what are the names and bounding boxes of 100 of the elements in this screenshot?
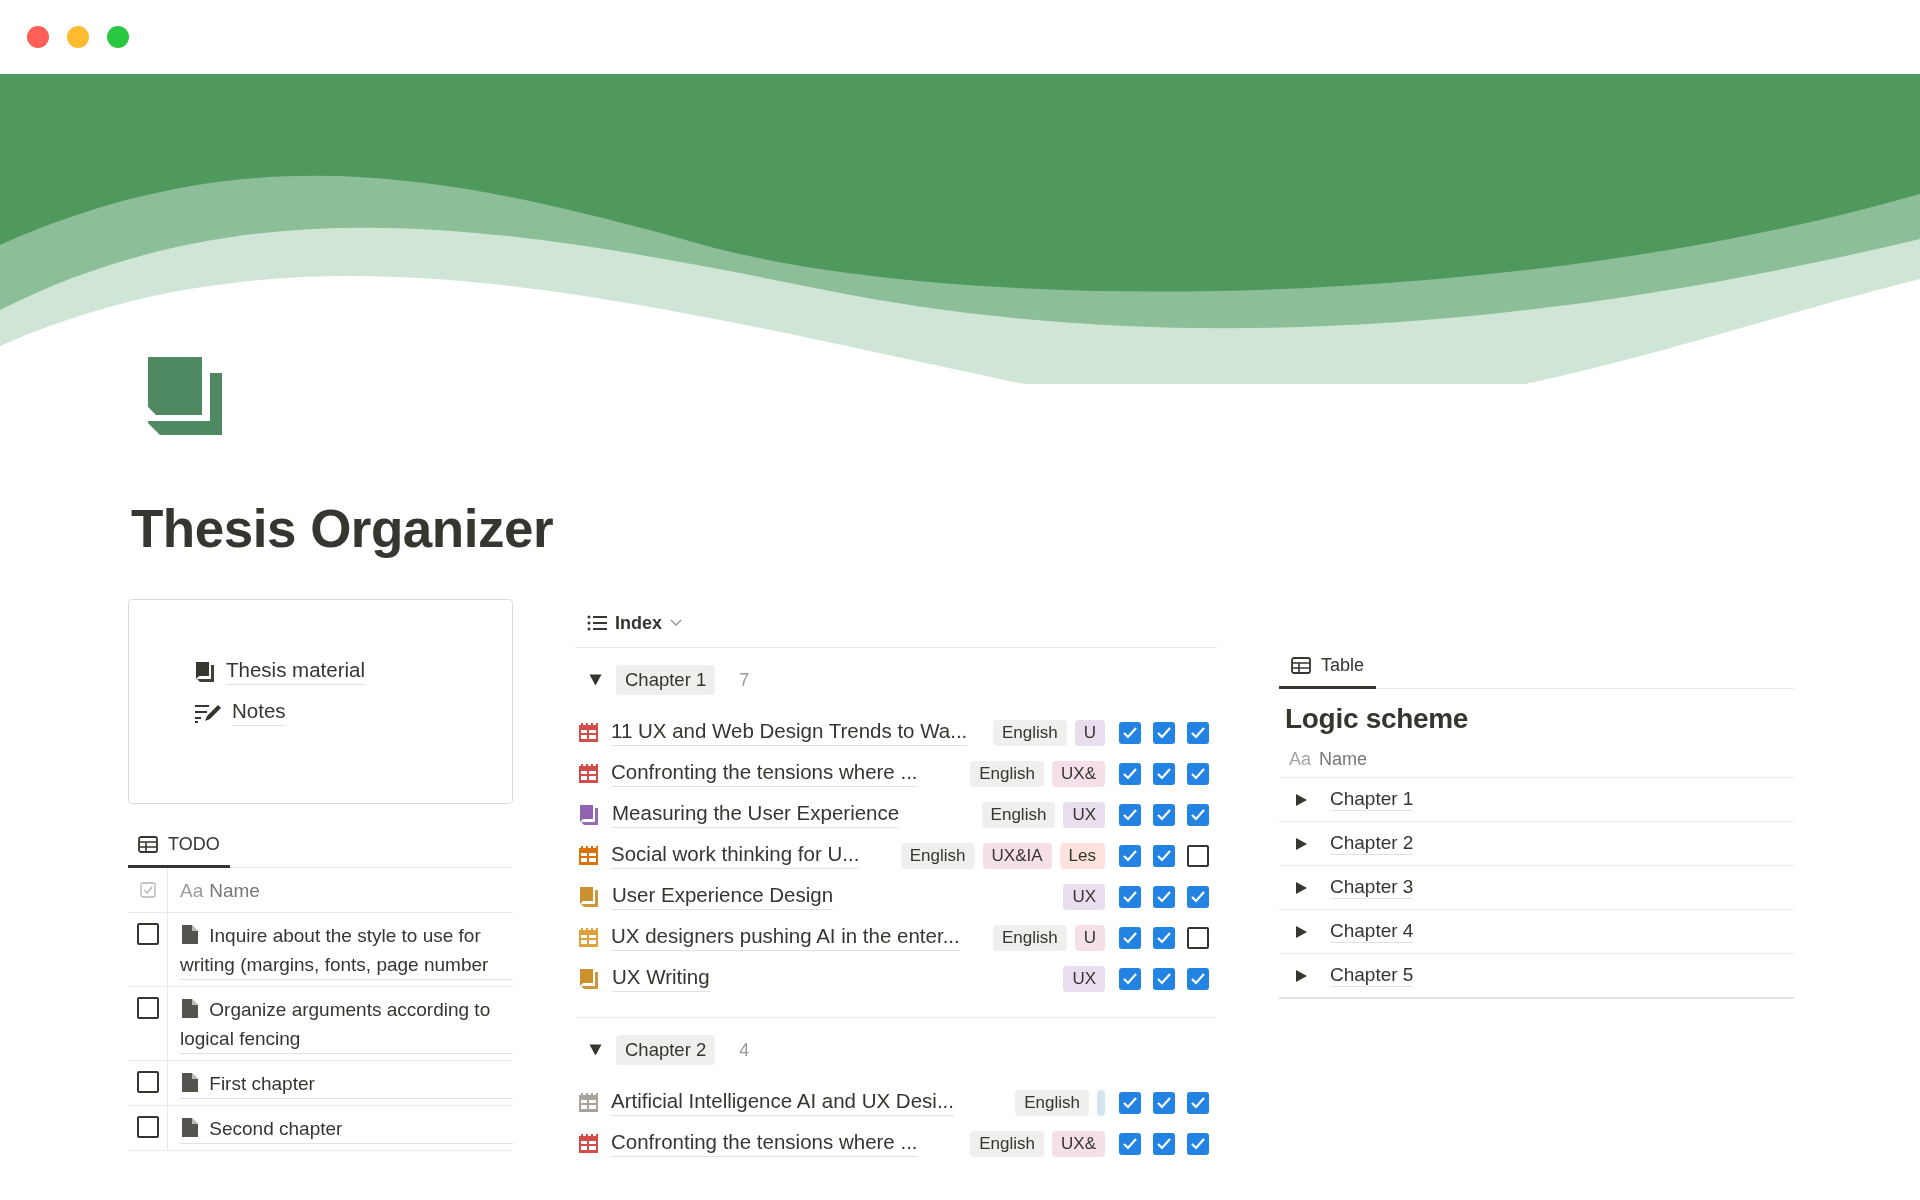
group-count: 7: [739, 669, 750, 691]
entry-title[interactable]: Confronting the tensions where ...: [611, 1130, 918, 1157]
table-icon: [138, 836, 158, 853]
tag: English: [992, 719, 1067, 746]
toggle-icon[interactable]: [589, 673, 602, 687]
toggle-icon[interactable]: [1295, 880, 1308, 895]
tag: U: [1074, 924, 1105, 951]
checkbox[interactable]: [1119, 762, 1141, 785]
checkbox[interactable]: [1187, 926, 1209, 949]
task-name[interactable]: Inquire about the style to use for writing (margins, fonts, page number: [180, 921, 513, 980]
entry-title[interactable]: 11 UX and Web Design Trends to Wa...: [611, 719, 968, 746]
checkbox[interactable]: [1119, 721, 1141, 744]
document-icon: [182, 1073, 198, 1092]
entry-title[interactable]: UX Writing: [612, 965, 710, 992]
checkbox[interactable]: [1119, 1091, 1141, 1114]
chapter-link[interactable]: Chapter 5: [1330, 964, 1414, 987]
task-name[interactable]: Second chapter: [180, 1114, 513, 1144]
chapter-link[interactable]: Chapter 1: [1330, 788, 1414, 811]
view-tab[interactable]: Table: [1279, 647, 1377, 689]
checkbox[interactable]: [1153, 844, 1175, 867]
view-selector[interactable]: Index: [587, 612, 682, 634]
entry-title[interactable]: UX designers pushing AI in the enter...: [611, 924, 960, 951]
checkbox[interactable]: [1153, 721, 1175, 744]
group-label[interactable]: Chapter 1: [616, 665, 716, 695]
tag: UX&: [1052, 760, 1105, 787]
tag: UX&IA: [982, 842, 1052, 869]
document-icon: [182, 999, 198, 1018]
checkbox[interactable]: [136, 923, 159, 945]
checkbox-column-icon: [139, 882, 156, 898]
document-icon: [182, 925, 198, 944]
chapter-link[interactable]: Chapter 2: [1330, 832, 1414, 855]
tag: UX: [1063, 883, 1105, 910]
page-link[interactable]: Notes: [232, 699, 286, 726]
checkbox[interactable]: [1119, 1132, 1141, 1155]
tag: UX: [1063, 801, 1105, 828]
checkbox[interactable]: [1119, 967, 1141, 990]
entry-title[interactable]: Artificial Intelligence AI and UX Desi...: [611, 1089, 954, 1116]
checkbox[interactable]: [1187, 967, 1209, 990]
entry-title[interactable]: Confronting the tensions where ...: [611, 760, 918, 787]
checkbox[interactable]: [1187, 1091, 1209, 1114]
window-control[interactable]: [107, 26, 129, 48]
book-icon: [194, 660, 216, 683]
tag: English: [981, 801, 1056, 828]
checkbox[interactable]: [1153, 967, 1175, 990]
page-title: Thesis Organizer: [131, 498, 555, 560]
chapter-link[interactable]: Chapter 4: [1330, 920, 1414, 943]
toggle-icon[interactable]: [1295, 836, 1308, 851]
checkbox[interactable]: [1187, 844, 1209, 867]
window-control[interactable]: [27, 26, 49, 48]
checkbox[interactable]: [136, 1116, 159, 1138]
entry-title[interactable]: User Experience Design: [612, 883, 834, 910]
checkbox[interactable]: [1187, 762, 1209, 785]
column-header[interactable]: Name: [1319, 748, 1368, 770]
document-icon: [182, 1118, 198, 1137]
column-header[interactable]: Name: [209, 875, 260, 905]
toggle-icon[interactable]: [589, 1043, 602, 1057]
page-link[interactable]: Thesis material: [226, 658, 365, 685]
checkbox[interactable]: [1119, 926, 1141, 949]
checkbox[interactable]: [1153, 885, 1175, 908]
toggle-icon[interactable]: [1295, 924, 1308, 939]
tag: U: [1074, 719, 1105, 746]
checkbox[interactable]: [1187, 885, 1209, 908]
group-label[interactable]: Chapter 2: [616, 1035, 716, 1065]
checkbox[interactable]: [1153, 1091, 1175, 1114]
view-tab[interactable]: TODO: [128, 826, 230, 868]
tag: UX: [1063, 965, 1105, 992]
text-type-icon: Aa: [180, 875, 204, 905]
chapter-link[interactable]: Chapter 3: [1330, 876, 1414, 899]
entry-title[interactable]: Social work thinking for U...: [611, 842, 860, 869]
tag: English: [992, 924, 1067, 951]
group-count: 4: [739, 1039, 750, 1061]
list-icon: [587, 615, 607, 631]
page-icon: [148, 357, 222, 435]
checkbox[interactable]: [136, 997, 159, 1019]
tag: English: [1015, 1089, 1089, 1116]
checkbox[interactable]: [1187, 721, 1209, 744]
table-icon: [1291, 657, 1311, 674]
tab-label: TODO: [168, 834, 220, 855]
checkbox[interactable]: [1119, 803, 1141, 826]
checkbox[interactable]: [1187, 1132, 1209, 1155]
notes-icon: [194, 702, 222, 723]
checkbox[interactable]: [1153, 803, 1175, 826]
tag: English: [970, 760, 1045, 787]
checkbox[interactable]: [1153, 1132, 1175, 1155]
tag: English: [970, 1130, 1045, 1157]
checkbox[interactable]: [1153, 926, 1175, 949]
checkbox[interactable]: [1119, 844, 1141, 867]
entry-title[interactable]: Measuring the User Experience: [612, 801, 900, 828]
toggle-icon[interactable]: [1295, 968, 1308, 983]
tag: English: [900, 842, 975, 869]
chevron-icon: [670, 619, 682, 627]
checkbox[interactable]: [1119, 885, 1141, 908]
checkbox[interactable]: [1153, 762, 1175, 785]
task-name[interactable]: Organize arguments according to logical fencing: [180, 995, 513, 1054]
checkbox[interactable]: [1187, 803, 1209, 826]
checkbox[interactable]: [136, 1071, 159, 1093]
toggle-icon[interactable]: [1295, 792, 1308, 807]
tag: UX&: [1052, 1130, 1105, 1157]
task-name[interactable]: First chapter: [180, 1069, 513, 1099]
table-title: Logic scheme: [1285, 703, 1470, 735]
